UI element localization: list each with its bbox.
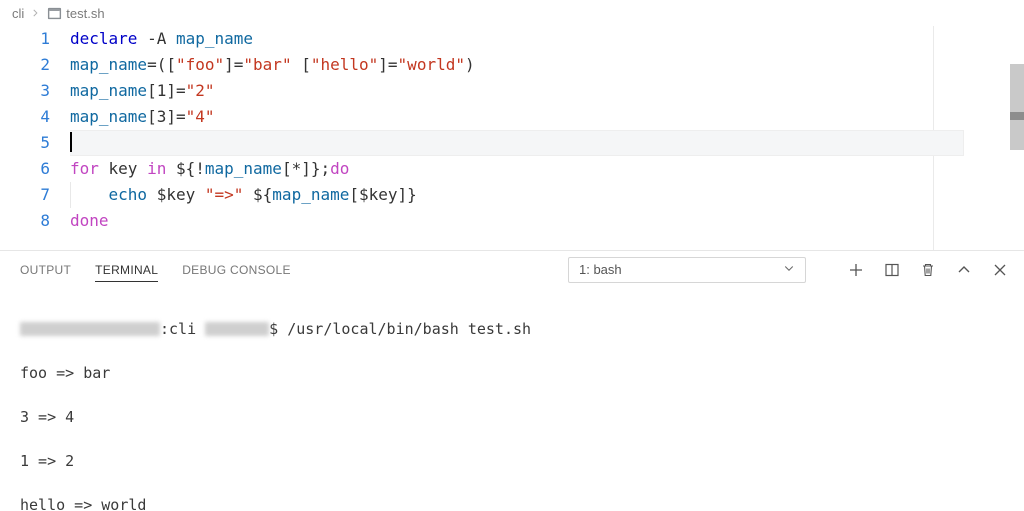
- plus-icon[interactable]: [848, 262, 864, 278]
- redacted-text: [205, 322, 269, 336]
- line-number-gutter: 1 2 3 4 5 6 7 8: [0, 26, 70, 250]
- terminal-output-line: 3 => 4: [20, 406, 1004, 428]
- line-number: 8: [0, 208, 50, 234]
- terminal-output-line: foo => bar: [20, 362, 1004, 384]
- line-number: 7: [0, 182, 50, 208]
- line-number: 2: [0, 52, 50, 78]
- chevron-up-icon[interactable]: [956, 262, 972, 278]
- chevron-down-icon: [783, 262, 795, 277]
- breadcrumb-file[interactable]: test.sh: [66, 6, 104, 21]
- breadcrumb-chevron-icon: [28, 6, 42, 21]
- breadcrumb: cli test.sh: [0, 0, 1024, 26]
- code-line-current[interactable]: [70, 130, 964, 156]
- redacted-text: [20, 322, 160, 336]
- terminal-select[interactable]: 1: bash: [568, 257, 806, 283]
- code-line[interactable]: echo $key "=>" ${map_name[$key]}: [70, 182, 1024, 208]
- tab-debug-console[interactable]: DEBUG CONSOLE: [182, 263, 291, 277]
- terminal-command: /usr/local/bin/bash test.sh: [287, 320, 531, 338]
- tab-terminal[interactable]: TERMINAL: [95, 263, 158, 282]
- terminal-output-line: hello => world: [20, 494, 1004, 511]
- line-number: 1: [0, 26, 50, 52]
- terminal-line: :cli $ /usr/local/bin/bash test.sh: [20, 318, 1004, 340]
- code-line[interactable]: map_name[3]="4": [70, 104, 1024, 130]
- panel-header: OUTPUT TERMINAL DEBUG CONSOLE 1: bash: [0, 250, 1024, 288]
- code-line[interactable]: map_name=(["foo"]="bar" ["hello"]="world…: [70, 52, 1024, 78]
- line-number: 4: [0, 104, 50, 130]
- code-line[interactable]: declare -A map_name: [70, 26, 1024, 52]
- close-icon[interactable]: [992, 262, 1008, 278]
- code-line[interactable]: map_name[1]="2": [70, 78, 1024, 104]
- terminal-select-value: 1: bash: [579, 262, 622, 277]
- code-editor[interactable]: 1 2 3 4 5 6 7 8 declare -A map_name map_…: [0, 26, 1024, 250]
- terminal[interactable]: :cli $ /usr/local/bin/bash test.sh foo =…: [0, 288, 1024, 511]
- code-area[interactable]: declare -A map_name map_name=(["foo"]="b…: [70, 26, 1024, 250]
- line-number: 5: [0, 130, 50, 156]
- split-icon[interactable]: [884, 262, 900, 278]
- editor-cursor: [70, 132, 72, 152]
- line-number: 6: [0, 156, 50, 182]
- line-number: 3: [0, 78, 50, 104]
- trash-icon[interactable]: [920, 262, 936, 278]
- tab-output[interactable]: OUTPUT: [20, 263, 71, 277]
- terminal-output-line: 1 => 2: [20, 450, 1004, 472]
- code-line[interactable]: for key in ${!map_name[*]};do: [70, 156, 1024, 182]
- code-line[interactable]: done: [70, 208, 1024, 234]
- shell-file-icon: [46, 5, 62, 21]
- breadcrumb-folder[interactable]: cli: [12, 6, 24, 21]
